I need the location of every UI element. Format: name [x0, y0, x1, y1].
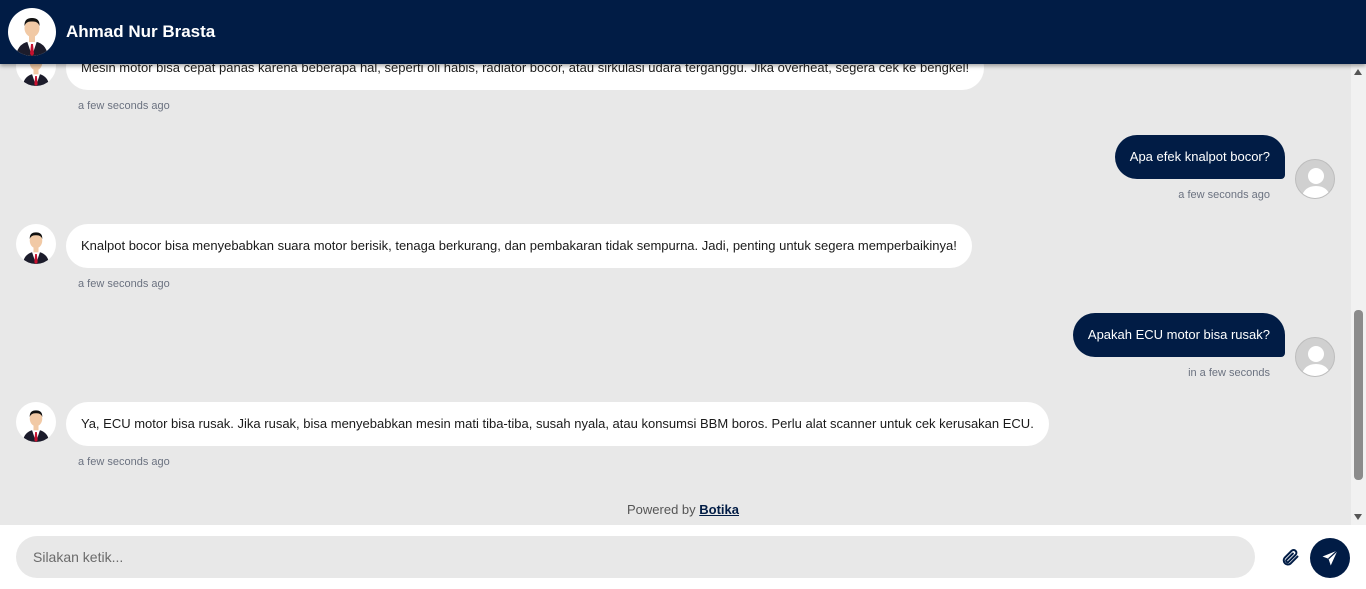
scroll-up-arrow-icon[interactable] [1354, 69, 1362, 75]
man-suit-icon [22, 64, 50, 86]
message-timestamp: a few seconds ago [1178, 189, 1270, 201]
paperclip-icon[interactable] [1280, 547, 1300, 567]
bot-message-bubble: Ya, ECU motor bisa rusak. Jika rusak, bi… [66, 402, 1049, 446]
paper-plane-icon [1322, 550, 1338, 566]
bot-avatar [8, 8, 56, 56]
header-title: Ahmad Nur Brasta [66, 22, 216, 41]
user-message-bubble: Apa efek knalpot bocor? [1114, 135, 1285, 179]
chat-messages-area[interactable]: Mesin motor bisa cepat panas karena bebe… [0, 64, 1351, 525]
man-suit-icon [16, 18, 48, 56]
powered-by: Powered by Botika [0, 502, 1366, 517]
user-avatar [1295, 337, 1335, 377]
bot-avatar [16, 64, 56, 86]
scrollbar-thumb[interactable] [1354, 310, 1363, 480]
bot-message-bubble: Knalpot bocor bisa menyebabkan suara mot… [66, 224, 972, 268]
send-button[interactable] [1310, 538, 1350, 578]
bot-avatar [16, 402, 56, 442]
message-timestamp: a few seconds ago [78, 278, 170, 290]
message-timestamp: in a few seconds [1188, 367, 1270, 379]
message-timestamp: a few seconds ago [78, 456, 170, 468]
message-composer [0, 525, 1366, 589]
user-avatar [1295, 159, 1335, 199]
message-timestamp: a few seconds ago [78, 100, 170, 112]
botika-link[interactable]: Botika [699, 502, 739, 517]
message-input[interactable] [16, 536, 1255, 578]
chat-header: Ahmad Nur Brasta [0, 0, 1366, 64]
powered-by-label: Powered by [626, 502, 696, 517]
man-suit-icon [22, 232, 50, 264]
user-silhouette-icon [1301, 168, 1331, 198]
user-silhouette-icon [1301, 346, 1331, 376]
bot-message-bubble: Mesin motor bisa cepat panas karena bebe… [66, 64, 985, 90]
user-message-bubble: Apakah ECU motor bisa rusak? [1072, 313, 1285, 357]
chat-scrollbar[interactable] [1351, 64, 1366, 525]
man-suit-icon [22, 410, 50, 442]
bot-avatar [16, 224, 56, 264]
